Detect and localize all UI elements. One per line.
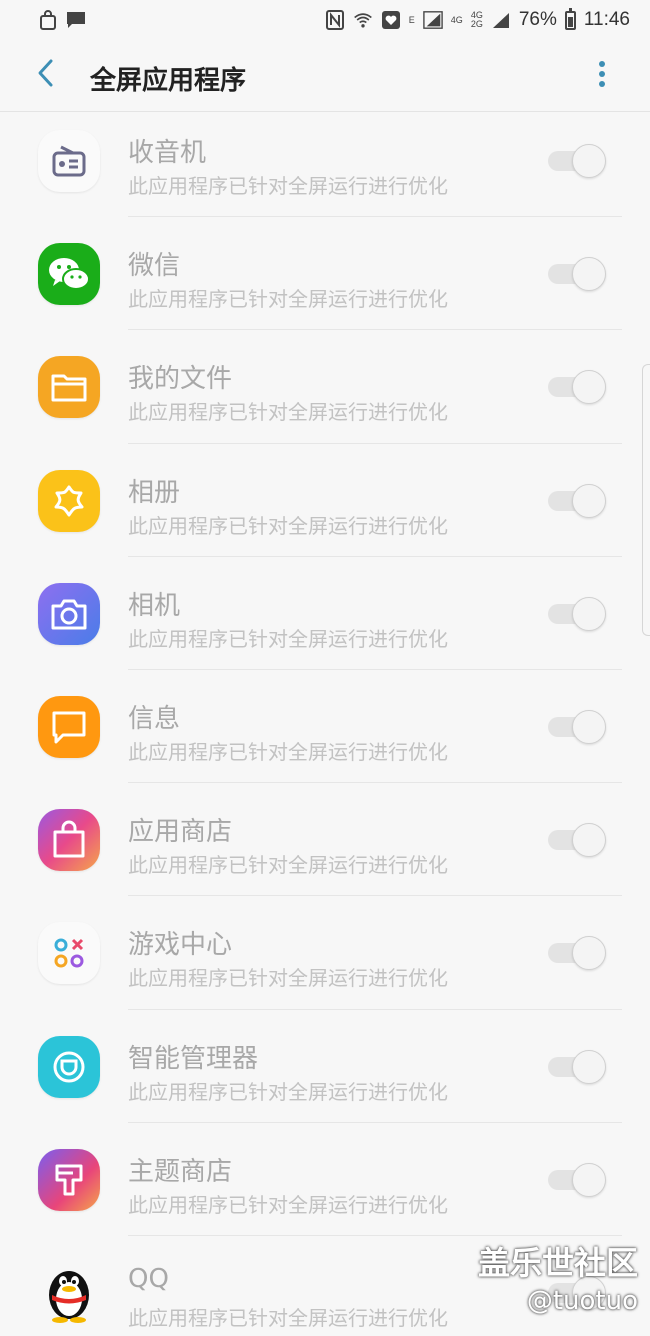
watermark-user: @tuotuo bbox=[526, 1286, 638, 1316]
fullscreen-toggle[interactable] bbox=[548, 257, 608, 292]
watermark-community: 盖乐世社区 bbox=[477, 1244, 638, 1282]
app-name: 收音机 bbox=[128, 138, 207, 168]
theme-store-icon bbox=[38, 1148, 100, 1211]
shopping-bag-icon bbox=[38, 10, 58, 30]
network-type-group: 4G bbox=[450, 14, 463, 25]
more-vertical-icon bbox=[598, 59, 606, 93]
app-description: 此应用程序已针对全屏运行进行优化 bbox=[128, 1079, 448, 1104]
status-bar: E 4G 4G 2G 76% 11:46 bbox=[0, 0, 650, 40]
app-description: 此应用程序已针对全屏运行进行优化 bbox=[128, 174, 448, 198]
heart-box-icon bbox=[381, 10, 401, 30]
app-name: 相机 bbox=[128, 590, 181, 621]
network-type-4g: 4G bbox=[450, 14, 463, 25]
nfc-icon bbox=[325, 10, 345, 30]
list-item[interactable]: 主题商店 此应用程序已针对全屏运行进行优化 bbox=[0, 1123, 650, 1236]
list-item[interactable]: 微信 此应用程序已针对全屏运行进行优化 bbox=[0, 217, 650, 331]
wifi-icon bbox=[353, 10, 373, 30]
game-center-icon bbox=[38, 922, 100, 985]
list-item[interactable]: 智能管理器 此应用程序已针对全屏运行进行优化 bbox=[0, 1010, 650, 1123]
battery-percent: 76% bbox=[518, 9, 557, 30]
fullscreen-toggle[interactable] bbox=[548, 144, 608, 178]
page-title: 全屏应用程序 bbox=[90, 66, 247, 96]
status-bar-right: E 4G 4G 2G 76% 11:46 bbox=[325, 7, 630, 31]
app-description: 此应用程序已针对全屏运行进行优化 bbox=[128, 400, 448, 425]
list-item[interactable]: 收音机 此应用程序已针对全屏运行进行优化 bbox=[0, 104, 650, 218]
smart-manager-icon bbox=[38, 1035, 100, 1098]
clock: 11:46 bbox=[583, 9, 630, 30]
qq-penguin-icon bbox=[38, 1262, 100, 1324]
store-icon bbox=[38, 809, 100, 872]
app-description: 此应用程序已针对全屏运行进行优化 bbox=[128, 739, 448, 764]
fullscreen-toggle[interactable] bbox=[548, 936, 608, 971]
app-description: 此应用程序已针对全屏运行进行优化 bbox=[128, 513, 448, 538]
message-icon bbox=[66, 10, 86, 30]
app-name: 游戏中心 bbox=[128, 930, 233, 961]
list-item[interactable]: 相册 此应用程序已针对全屏运行进行优化 bbox=[0, 444, 650, 557]
list-item[interactable]: 游戏中心 此应用程序已针对全屏运行进行优化 bbox=[0, 896, 650, 1010]
camera-icon bbox=[38, 582, 100, 645]
app-name: 信息 bbox=[128, 703, 181, 734]
app-name: 我的文件 bbox=[128, 364, 233, 395]
app-description: 此应用程序已针对全屏运行进行优化 bbox=[128, 1192, 448, 1217]
more-options-button[interactable] bbox=[592, 60, 612, 92]
folder-icon bbox=[38, 356, 100, 419]
wechat-icon bbox=[38, 243, 100, 306]
list-item[interactable]: 我的文件 此应用程序已针对全屏运行进行优化 bbox=[0, 330, 650, 444]
app-name: 相册 bbox=[128, 477, 181, 508]
app-description: 此应用程序已针对全屏运行进行优化 bbox=[128, 966, 448, 991]
signal-icon bbox=[491, 10, 511, 30]
fullscreen-toggle[interactable] bbox=[548, 1162, 608, 1197]
app-bar: 全屏应用程序 bbox=[0, 40, 650, 112]
messages-icon bbox=[38, 695, 100, 758]
app-description: 此应用程序已针对全屏运行进行优化 bbox=[128, 1305, 448, 1330]
list-item[interactable]: 应用商店 此应用程序已针对全屏运行进行优化 bbox=[0, 783, 650, 897]
scroll-indicator bbox=[642, 364, 650, 636]
network-type-2g: 2G bbox=[470, 19, 483, 29]
status-bar-left bbox=[38, 10, 86, 30]
watermark: 盖乐世社区 @tuotuo bbox=[478, 1238, 638, 1316]
gallery-icon bbox=[38, 469, 100, 532]
fullscreen-toggle[interactable] bbox=[548, 1049, 608, 1084]
fullscreen-toggle[interactable] bbox=[548, 709, 608, 744]
app-name: 智能管理器 bbox=[128, 1043, 259, 1074]
app-description: 此应用程序已针对全屏运行进行优化 bbox=[128, 626, 448, 651]
list-item[interactable]: 信息 此应用程序已针对全屏运行进行优化 bbox=[0, 670, 650, 784]
list-item[interactable]: 相机 此应用程序已针对全屏运行进行优化 bbox=[0, 557, 650, 670]
app-name: 微信 bbox=[128, 251, 181, 282]
fullscreen-toggle[interactable] bbox=[548, 823, 608, 858]
fullscreen-toggle[interactable] bbox=[548, 483, 608, 518]
signal-icon bbox=[423, 10, 443, 30]
app-description: 此应用程序已针对全屏运行进行优化 bbox=[128, 287, 448, 312]
battery-icon bbox=[564, 7, 576, 30]
app-name: 应用商店 bbox=[128, 817, 233, 848]
fullscreen-toggle[interactable] bbox=[548, 596, 608, 631]
network-type-e: E bbox=[408, 14, 415, 25]
app-list: 收音机 此应用程序已针对全屏运行进行优化 微信 此应用程序已针对全屏运行进行优化… bbox=[0, 104, 650, 1336]
app-name: QQ bbox=[128, 1263, 169, 1294]
app-description: 此应用程序已针对全屏运行进行优化 bbox=[128, 853, 448, 878]
radio-icon bbox=[38, 130, 100, 192]
chevron-left-icon bbox=[35, 58, 55, 92]
network-type-stack: 4G 2G bbox=[471, 11, 483, 29]
back-button[interactable] bbox=[28, 58, 62, 92]
app-name: 主题商店 bbox=[128, 1156, 233, 1187]
battery-fill bbox=[567, 17, 573, 27]
fullscreen-toggle[interactable] bbox=[548, 370, 608, 405]
